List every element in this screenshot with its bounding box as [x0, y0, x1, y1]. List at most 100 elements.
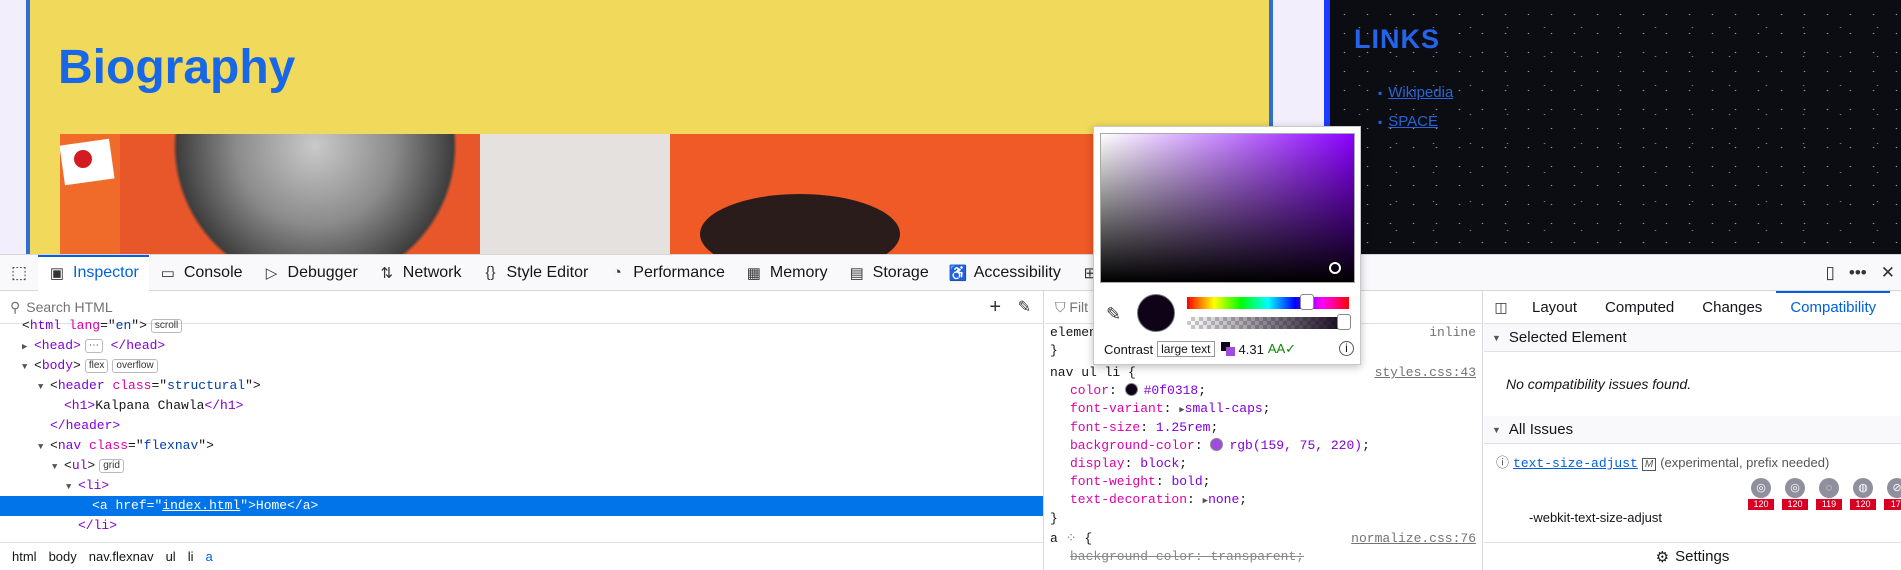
space-link[interactable]: SPACE	[1388, 113, 1438, 130]
color-swatch[interactable]	[1210, 438, 1224, 451]
attr-value-link[interactable]: index.html	[162, 498, 240, 513]
tab-label: Inspector	[73, 263, 139, 281]
tree-node-li-close[interactable]: </li>	[0, 516, 1043, 536]
text-node: Home	[255, 498, 288, 513]
breadcrumb-item[interactable]: html	[12, 549, 37, 564]
collapse-triangle-icon[interactable]: ▼	[22, 357, 34, 377]
safari-icon: ⊘	[1887, 478, 1901, 498]
settings-button[interactable]: ⚙ Settings	[1484, 542, 1901, 570]
ellipsis-badge[interactable]: ⋯	[84, 339, 103, 353]
search-input[interactable]: Search HTML	[26, 299, 112, 315]
responsive-design-icon[interactable]: ▯	[1826, 263, 1835, 283]
scroll-badge[interactable]: scroll	[150, 319, 183, 333]
collapse-triangle-icon[interactable]: ▼	[38, 377, 50, 397]
overflow-badge[interactable]: overflow	[112, 359, 158, 373]
style-editor-icon: {}	[485, 264, 496, 281]
declaration[interactable]: display: block;	[1045, 455, 1482, 473]
tab-console[interactable]: ▭ Console	[149, 255, 253, 291]
breadcrumb-item[interactable]: ul	[166, 549, 176, 564]
declaration[interactable]: text-decoration: ▶none;	[1045, 491, 1482, 510]
wikipedia-link[interactable]: Wikipedia	[1388, 84, 1453, 101]
collapse-triangle-icon: ▼	[1492, 424, 1501, 435]
tree-node-ul[interactable]: ▼ <ul> grid	[0, 456, 1043, 476]
hue-slider[interactable]	[1187, 294, 1349, 310]
selected-element-header[interactable]: ▼ Selected Element	[1484, 324, 1901, 352]
issue-note: (experimental, prefix needed)	[1660, 455, 1830, 470]
declaration-overridden[interactable]: background-color: transparent;	[1045, 548, 1482, 566]
flex-badge[interactable]: flex	[84, 359, 109, 373]
storage-icon: ▤	[849, 264, 864, 282]
tab-debugger[interactable]: ▷ Debugger	[253, 255, 368, 291]
breadcrumb-item-current[interactable]: a	[205, 549, 212, 564]
all-issues-header[interactable]: ▼ All Issues	[1484, 416, 1901, 444]
firefox-icon: ◍	[1853, 478, 1873, 498]
expand-triangle-icon[interactable]: ▶	[22, 337, 34, 357]
breadcrumb-item[interactable]: body	[49, 549, 77, 564]
tab-accessibility[interactable]: ♿ Accessibility	[939, 255, 1071, 291]
declaration[interactable]: color: #0f0318;	[1045, 382, 1482, 400]
list-item: SPACE	[1378, 113, 1453, 130]
tree-node-nav[interactable]: ▼ <nav class="flexnav">	[0, 436, 1043, 456]
color-swatch[interactable]	[1124, 383, 1138, 396]
alpha-slider-handle[interactable]	[1337, 314, 1351, 330]
eyedropper-icon[interactable]: ✎	[1018, 297, 1031, 317]
grid-badge[interactable]: grid	[99, 459, 124, 473]
element-picker-icon[interactable]: ⬚	[0, 255, 38, 291]
spectrum-handle[interactable]	[1329, 262, 1341, 274]
browser-version: 17.	[1884, 499, 1901, 510]
declaration[interactable]: background-color: rgb(159, 75, 220);	[1045, 437, 1482, 455]
markup-panel: ⚲ Search HTML + ✎ <html lang="en"> scroll…	[0, 291, 1044, 570]
rule-source-link[interactable]: normalize.css:76	[1351, 530, 1476, 548]
breadcrumb-item[interactable]: li	[188, 549, 194, 564]
tree-node-h1[interactable]: <h1>Kalpana Chawla</h1>	[0, 396, 1043, 416]
more-options-icon[interactable]: •••	[1849, 263, 1867, 283]
section-title: All Issues	[1508, 421, 1574, 438]
mdn-icon[interactable]: M	[1641, 458, 1657, 471]
tag-close: </li>	[78, 518, 118, 533]
property-value: transparent	[1210, 549, 1297, 564]
issue-property-link[interactable]: text-size-adjust	[1513, 456, 1638, 471]
filter-input[interactable]: Filt	[1069, 298, 1088, 316]
tab-changes[interactable]: Changes	[1688, 291, 1776, 324]
collapse-triangle-icon[interactable]: ▼	[66, 477, 78, 497]
tree-node-body[interactable]: ▼ <body> flex overflow	[0, 356, 1043, 376]
breadcrumb-item[interactable]: nav.flexnav	[89, 549, 154, 564]
tree-node-html[interactable]: <html lang="en"> scroll	[0, 316, 1043, 336]
color-spectrum[interactable]	[1100, 133, 1355, 283]
chrome-browser: ◎ 120	[1748, 478, 1774, 510]
alpha-slider[interactable]	[1187, 314, 1351, 330]
tab-memory[interactable]: ▦ Memory	[735, 255, 838, 291]
accessibility-icon: ♿	[948, 264, 968, 282]
tree-node-header[interactable]: ▼ <header class="structural">	[0, 376, 1043, 396]
tab-network[interactable]: ⇅ Network	[368, 255, 472, 291]
tab-storage[interactable]: ▤ Storage	[838, 255, 939, 291]
declaration[interactable]: font-size: 1.25rem;	[1045, 419, 1482, 437]
declaration[interactable]: font-weight: bold;	[1045, 473, 1482, 491]
compat-issue: ⓘ text-size-adjust M (experimental, prefix …	[1484, 444, 1901, 534]
tab-performance[interactable]: ◔ Performance	[598, 255, 735, 291]
tree-node-header-close[interactable]: </header>	[0, 416, 1043, 436]
info-icon[interactable]: i	[1339, 341, 1354, 356]
attr-name: class	[112, 378, 152, 393]
property-name: display	[1070, 456, 1125, 471]
tab-compatibility[interactable]: Compatibility	[1776, 291, 1891, 324]
toggle-pane-icon[interactable]: ◫	[1484, 299, 1518, 316]
tab-inspector[interactable]: ▣ Inspector	[38, 254, 149, 291]
hue-slider-handle[interactable]	[1300, 294, 1314, 310]
tab-computed[interactable]: Computed	[1591, 291, 1688, 324]
eyedropper-icon[interactable]: ✎	[1106, 304, 1121, 325]
selector-highlight-icon[interactable]: ⁘	[1066, 531, 1077, 546]
tree-node-a-selected[interactable]: <a href="index.html">Home</a>	[0, 496, 1043, 516]
settings-label: Settings	[1675, 548, 1730, 565]
rule-source-link[interactable]: styles.css:43	[1375, 364, 1476, 382]
collapse-triangle-icon[interactable]: ▼	[38, 437, 50, 457]
browser-version: 120	[1850, 499, 1876, 510]
a-rule-header: a ⁘ { normalize.css:76	[1050, 530, 1476, 548]
declaration[interactable]: font-variant: ▶small-caps;	[1045, 400, 1482, 419]
close-icon[interactable]: ✕	[1881, 263, 1895, 283]
tab-layout[interactable]: Layout	[1518, 291, 1591, 324]
collapse-triangle-icon[interactable]: ▼	[52, 457, 64, 477]
tree-node-head[interactable]: ▶ <head> ⋯ </head>	[0, 336, 1043, 356]
tree-node-li[interactable]: ▼ <li>	[0, 476, 1043, 496]
tab-style-editor[interactable]: {} Style Editor	[471, 255, 598, 291]
